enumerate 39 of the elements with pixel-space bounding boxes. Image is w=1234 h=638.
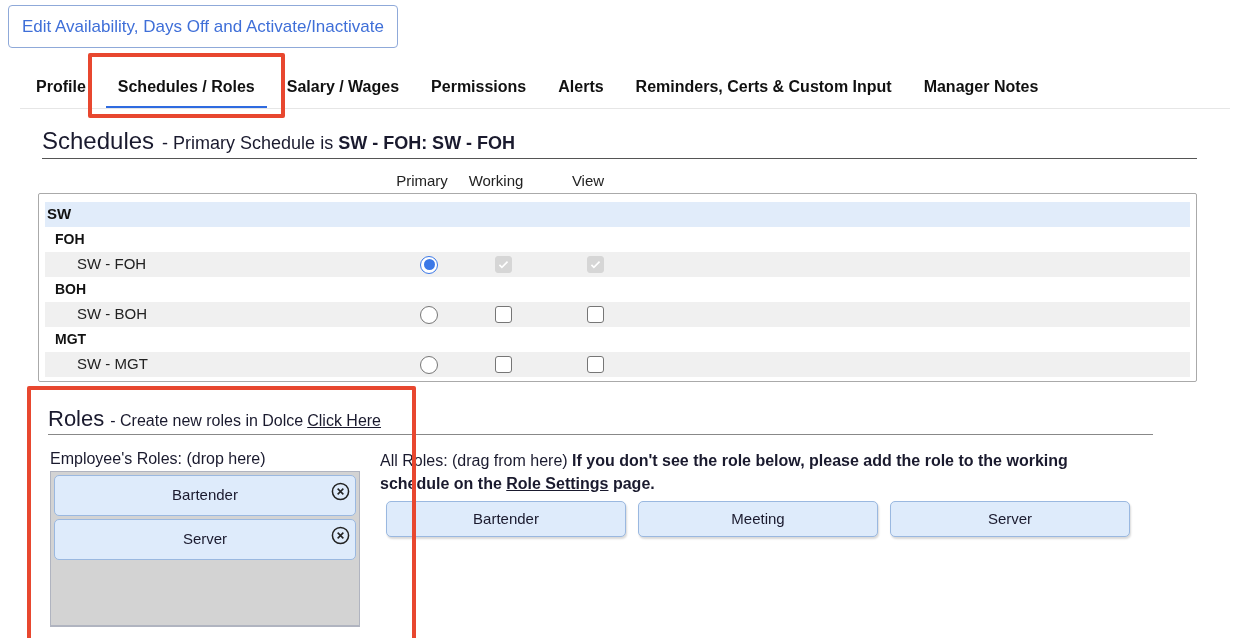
column-header: Primary — [396, 170, 448, 191]
section-subtitle: - Create new roles in Dolce — [110, 411, 304, 431]
schedule-name: SW - FOH — [76, 254, 148, 275]
click-here-link[interactable]: Click Here — [307, 409, 381, 433]
section-title: Schedules — [42, 127, 155, 155]
remove-icon[interactable] — [331, 482, 350, 501]
radio-button[interactable] — [420, 355, 438, 374]
employee-roles-label: Employee's Roles: (drop here) — [50, 449, 267, 469]
checkbox[interactable] — [494, 356, 512, 373]
checkbox[interactable] — [494, 306, 512, 323]
schedule-name: SW - MGT — [76, 354, 149, 375]
role-chip[interactable]: Meeting — [638, 501, 878, 537]
role-settings-link[interactable]: Role Settings — [506, 475, 609, 492]
tab[interactable]: Schedules / Roles — [105, 67, 267, 108]
schedule-subgroup: MGT — [55, 330, 87, 349]
schedule-group: SW — [47, 203, 72, 226]
column-header: Working — [468, 170, 524, 191]
section-title: Roles — [48, 406, 105, 432]
tab[interactable]: Profile — [24, 67, 98, 108]
checkbox[interactable] — [586, 306, 604, 323]
tab[interactable]: Alerts — [546, 67, 616, 108]
radio-button[interactable] — [420, 305, 438, 324]
role-chip[interactable]: Server — [54, 519, 356, 560]
schedule-subgroup: BOH — [55, 280, 87, 299]
tab[interactable]: Permissions — [419, 67, 539, 108]
role-chip[interactable]: Bartender — [386, 501, 626, 537]
schedule-name: SW - BOH — [76, 304, 148, 325]
tab[interactable]: Manager Notes — [911, 67, 1051, 108]
schedule-subgroup: FOH — [55, 230, 85, 249]
drop-zone[interactable]: Bartender Server — [50, 471, 360, 627]
section-subtitle: - Primary Schedule is SW - FOH: SW - FOH — [162, 132, 516, 155]
role-chip[interactable]: Server — [890, 501, 1130, 537]
tab[interactable]: Salary / Wages — [274, 67, 412, 108]
column-header: View — [571, 170, 605, 191]
edit-availability-button[interactable]: Edit Availability, Days Off and Activate/Inactivate — [8, 5, 398, 48]
checkbox[interactable] — [586, 356, 604, 373]
role-chip[interactable]: Bartender — [54, 475, 356, 516]
remove-icon[interactable] — [331, 526, 350, 545]
tab[interactable]: Reminders, Certs & Custom Input — [623, 67, 904, 108]
